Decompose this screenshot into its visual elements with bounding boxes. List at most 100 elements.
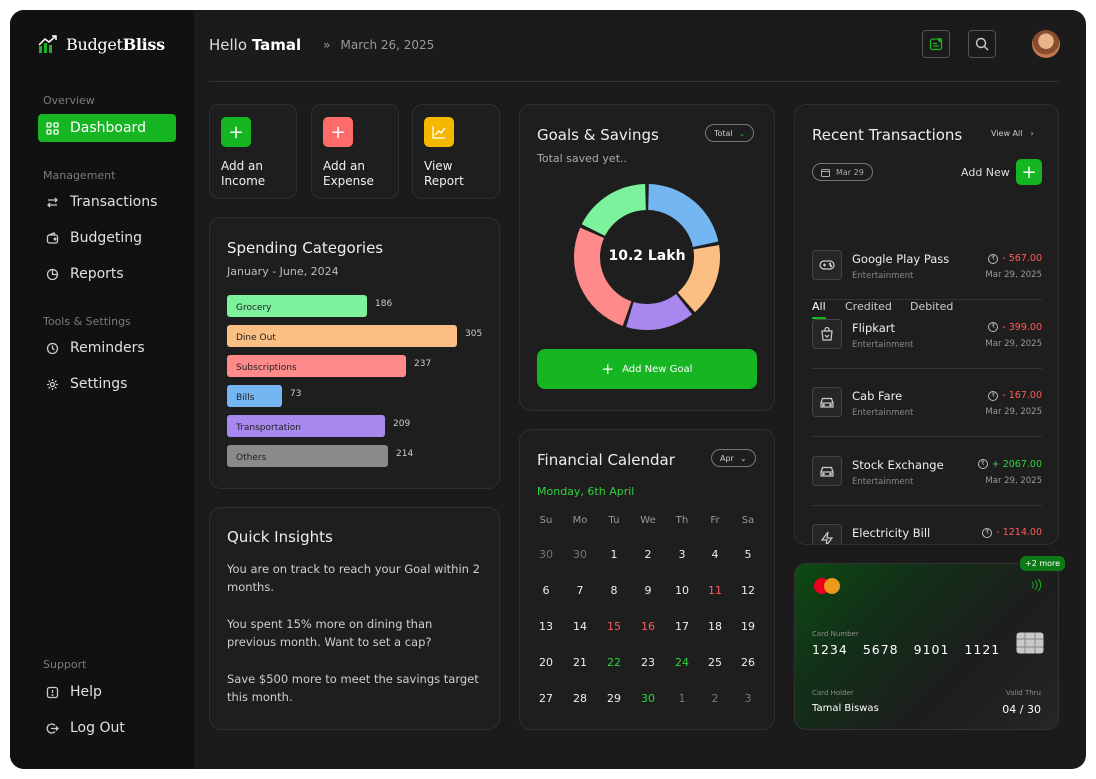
weekday-label: Tu (608, 515, 620, 526)
sidebar: BudgetBliss Overview Dashboard Managemen… (10, 10, 194, 769)
calendar-day[interactable]: 27 (531, 692, 561, 705)
add-expense-button[interactable]: + Add an Expense (311, 104, 399, 199)
calendar-day[interactable]: 9 (633, 584, 663, 597)
date-filter-value: Mar 29 (836, 167, 864, 177)
transaction-name: Google Play Pass (852, 252, 950, 266)
search-icon (975, 37, 989, 51)
card-number-group: 1121 (964, 642, 1001, 657)
card-number-group: 1234 (812, 642, 848, 657)
calendar-day[interactable]: 3 (667, 548, 697, 561)
sidebar-item-transactions[interactable]: Transactions (38, 188, 176, 216)
card-number-label: Card Number (812, 630, 859, 638)
donut-segment[interactable] (581, 184, 646, 236)
trend-up-icon (424, 117, 454, 147)
card-number: 1234 5678 9101 1121 (812, 642, 1000, 657)
add-transaction-button[interactable]: + (1016, 159, 1042, 185)
bank-card[interactable]: Card Number 1234 5678 9101 1121 Card Hol… (794, 563, 1059, 730)
category-value: 209 (393, 419, 411, 429)
link-label: View All (991, 129, 1023, 138)
calendar-day[interactable]: 3 (733, 692, 763, 705)
section-title-overview: Overview (43, 94, 95, 107)
card-holder-label: Card Holder (812, 689, 854, 697)
calendar-day[interactable]: 26 (733, 656, 763, 669)
category-bar: Transportation (227, 415, 385, 437)
calendar-day[interactable]: 25 (700, 656, 730, 669)
quick-action-label: Add an Expense (323, 159, 374, 188)
search-button[interactable] (968, 30, 996, 58)
calendar-day[interactable]: 22 (599, 656, 629, 669)
notes-button[interactable] (922, 30, 950, 58)
view-all-link[interactable]: View All › (991, 129, 1034, 138)
sidebar-item-label: Reports (70, 266, 124, 282)
sidebar-item-settings[interactable]: Settings (38, 370, 176, 398)
add-income-button[interactable]: + Add an Income (209, 104, 297, 199)
brand-logo[interactable]: BudgetBliss (38, 34, 165, 54)
sidebar-item-reports[interactable]: Reports (38, 260, 176, 288)
calendar-day[interactable]: 11 (700, 584, 730, 597)
sidebar-item-logout[interactable]: Log Out (38, 714, 176, 742)
calendar-day[interactable]: 10 (667, 584, 697, 597)
transaction-row[interactable]: Cab Fare Entertainment ₹ - 167.00 Mar 29, 20… (812, 377, 1042, 437)
calendar-day[interactable]: 1 (667, 692, 697, 705)
swap-icon (44, 194, 60, 210)
transaction-row[interactable]: Flipkart Entertainment ₹ - 399.00 Mar 29, 20… (812, 309, 1042, 369)
bell-icon (44, 340, 60, 356)
calendar-day[interactable]: 13 (531, 620, 561, 633)
sidebar-item-help[interactable]: Help (38, 678, 176, 706)
category-value: 73 (290, 389, 302, 399)
calendar-day[interactable]: 6 (531, 584, 561, 597)
transaction-row[interactable]: Electricity BillEntertainment₹- 1214.00M… (812, 514, 1042, 544)
calendar-day[interactable]: 30 (633, 692, 663, 705)
weekday-label: Mo (572, 515, 588, 526)
calendar-day[interactable]: 1 (599, 548, 629, 561)
calendar-day[interactable]: 28 (565, 692, 595, 705)
calendar-day[interactable]: 23 (633, 656, 663, 669)
calendar-day[interactable]: 24 (667, 656, 697, 669)
sidebar-item-dashboard[interactable]: Dashboard (38, 114, 176, 142)
calendar-day[interactable]: 18 (700, 620, 730, 633)
donut-segment[interactable] (626, 293, 693, 330)
period-label: January - June, 2024 (227, 265, 339, 278)
calendar-day[interactable]: 16 (633, 620, 663, 633)
double-chevron-right-icon: » (323, 38, 331, 52)
calendar-day[interactable]: 7 (565, 584, 595, 597)
calendar-day[interactable]: 30 (531, 548, 561, 561)
add-new-goal-button[interactable]: + Add New Goal (537, 349, 757, 389)
calendar-day[interactable]: 2 (633, 548, 663, 561)
calendar-day[interactable]: 30 (565, 548, 595, 561)
calendar-day[interactable]: 15 (599, 620, 629, 633)
pie-chart-icon (44, 266, 60, 282)
calendar-day[interactable]: 29 (599, 692, 629, 705)
transaction-row[interactable]: Google Play Pass Entertainment ₹ - 567.00 Ma… (812, 240, 1042, 300)
weekday-label: Th (675, 515, 689, 526)
date-filter[interactable]: Mar 29 (812, 163, 873, 181)
goals-subtitle: Total saved yet.. (537, 152, 627, 165)
transaction-amount: ₹ - 1214.00 (982, 527, 1042, 538)
calendar-day[interactable]: 19 (733, 620, 763, 633)
calendar-day[interactable]: 21 (565, 656, 595, 669)
month-filter-dropdown[interactable]: Apr ⌄ (711, 449, 756, 467)
calendar-day[interactable]: 5 (733, 548, 763, 561)
avatar[interactable] (1032, 30, 1060, 58)
calendar-day[interactable]: 20 (531, 656, 561, 669)
more-cards-badge[interactable]: +2 more (1020, 556, 1066, 571)
category-value: 214 (396, 449, 414, 459)
sidebar-item-budgeting[interactable]: Budgeting (38, 224, 176, 252)
section-title-tools: Tools & Settings (43, 315, 131, 328)
calendar-day[interactable]: 12 (733, 584, 763, 597)
goals-filter-dropdown[interactable]: Total ⌄ (705, 124, 755, 142)
view-report-button[interactable]: View Report (412, 104, 500, 199)
donut-segment[interactable] (574, 227, 632, 326)
calendar-day[interactable]: 2 (700, 692, 730, 705)
weekday-label: We (640, 515, 656, 526)
calendar-day[interactable]: 17 (667, 620, 697, 633)
calendar-day[interactable]: 14 (565, 620, 595, 633)
calendar-day[interactable]: 8 (599, 584, 629, 597)
sidebar-item-reminders[interactable]: Reminders (38, 334, 176, 362)
calendar-day[interactable]: 4 (700, 548, 730, 561)
transaction-row[interactable]: Stock Exchange Entertainment ₹ + 2067.00 Mar… (812, 446, 1042, 506)
help-icon (44, 684, 60, 700)
spending-categories-card: Spending Categories January - June, 2024… (209, 217, 500, 489)
donut-segment[interactable] (648, 184, 719, 248)
chevron-down-icon: ⌄ (738, 128, 746, 138)
